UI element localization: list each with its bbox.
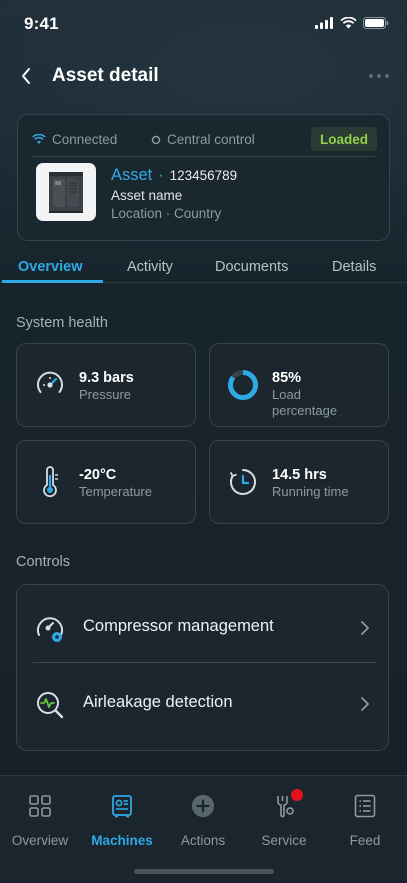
more-dots-icon — [369, 74, 389, 78]
asset-separator: · — [158, 167, 164, 184]
status-bar: 9:41 — [0, 0, 407, 46]
nav-feed-label: Feed — [349, 833, 381, 848]
running-time-card[interactable]: 14.5 hrs Running time — [209, 440, 389, 524]
control-mode-text: Central control — [167, 132, 255, 147]
asset-image — [36, 163, 96, 221]
page-title: Asset detail — [52, 65, 159, 86]
battery-icon — [363, 16, 389, 34]
wifi-icon — [340, 16, 357, 34]
feed-icon — [353, 792, 377, 820]
app-screen: 9:41 Asset detail Connected Central cont… — [0, 0, 407, 883]
load-ring-icon — [226, 368, 260, 402]
running-time-icon — [226, 465, 260, 499]
airleakage-detection-icon — [34, 689, 66, 721]
header: Asset detail — [0, 58, 407, 96]
pressure-label: Pressure — [79, 387, 132, 402]
nav-feed[interactable]: Feed — [325, 790, 405, 852]
tab-documents[interactable]: Documents — [215, 259, 288, 275]
plus-circle-icon — [191, 792, 215, 820]
asset-id-line: Asset · 123456789 — [111, 166, 237, 185]
machine-icon — [110, 792, 134, 820]
load-percentage-value: 85% — [272, 370, 302, 386]
nav-service-label: Service — [261, 833, 307, 848]
more-options-button[interactable] — [367, 66, 391, 86]
nav-service[interactable]: Service — [244, 789, 324, 852]
connection-status: Connected — [32, 132, 117, 147]
controls-divider — [33, 662, 376, 663]
status-icons — [315, 16, 389, 34]
asset-number: 123456789 — [169, 168, 238, 183]
asset-location: Location · Country — [111, 206, 222, 221]
tab-activity[interactable]: Activity — [127, 259, 173, 275]
system-health-title: System health — [16, 315, 108, 331]
pressure-card[interactable]: 9.3 bars Pressure — [16, 343, 196, 427]
tab-details[interactable]: Details — [332, 259, 376, 275]
nav-overview-label: Overview — [11, 833, 69, 848]
card-divider — [32, 156, 375, 157]
thermometer-icon — [33, 465, 67, 499]
grid-icon — [28, 792, 52, 820]
controls-title: Controls — [16, 554, 70, 570]
cellular-signal-icon — [315, 16, 334, 34]
connection-status-text: Connected — [52, 132, 118, 147]
asset-type-link[interactable]: Asset — [111, 166, 152, 185]
home-indicator[interactable] — [134, 869, 274, 874]
nav-overview[interactable]: Overview — [0, 790, 80, 852]
pressure-gauge-icon — [33, 368, 67, 402]
compressor-management-icon — [34, 613, 66, 645]
service-notification-dot — [291, 789, 303, 801]
bottom-navigation: Overview Machines Actions Service Feed — [0, 775, 407, 883]
nav-actions-label: Actions — [180, 833, 226, 848]
nav-machines[interactable]: Machines — [82, 790, 162, 852]
pressure-value: 9.3 bars — [79, 370, 134, 386]
temperature-card[interactable]: -20°C Temperature — [16, 440, 196, 524]
asset-card: Connected Central control Loaded Asset ·… — [17, 114, 390, 241]
compressor-management-row[interactable]: Compressor management — [17, 589, 388, 663]
tab-overview[interactable]: Overview — [18, 259, 83, 275]
nav-actions[interactable]: Actions — [163, 790, 243, 852]
chevron-right-icon — [361, 697, 369, 711]
compressor-management-label: Compressor management — [83, 617, 274, 635]
load-percentage-label: Load percentage — [272, 387, 338, 418]
loaded-status-badge: Loaded — [310, 127, 377, 151]
control-mode: Central control — [151, 132, 255, 147]
back-button[interactable] — [14, 64, 38, 88]
compressor-machine-image — [49, 172, 83, 213]
running-time-label: Running time — [272, 484, 349, 499]
load-percentage-card[interactable]: 85% Load percentage — [209, 343, 389, 427]
temperature-label: Temperature — [79, 484, 152, 499]
connection-row: Connected Central control Loaded — [32, 127, 377, 151]
airleakage-detection-label: Airleakage detection — [83, 693, 233, 711]
active-tab-indicator — [2, 280, 103, 283]
controls-card: Compressor management Airleakage detecti… — [16, 584, 389, 751]
control-mode-icon — [151, 135, 161, 144]
airleakage-detection-row[interactable]: Airleakage detection — [17, 665, 388, 739]
running-time-value: 14.5 hrs — [272, 467, 327, 483]
chevron-right-icon — [361, 621, 369, 635]
temperature-value: -20°C — [79, 467, 117, 483]
status-time: 9:41 — [24, 14, 59, 33]
wifi-connected-icon — [32, 134, 46, 144]
chevron-left-icon — [22, 68, 30, 84]
asset-name: Asset name — [111, 188, 183, 203]
nav-machines-label: Machines — [91, 833, 153, 848]
